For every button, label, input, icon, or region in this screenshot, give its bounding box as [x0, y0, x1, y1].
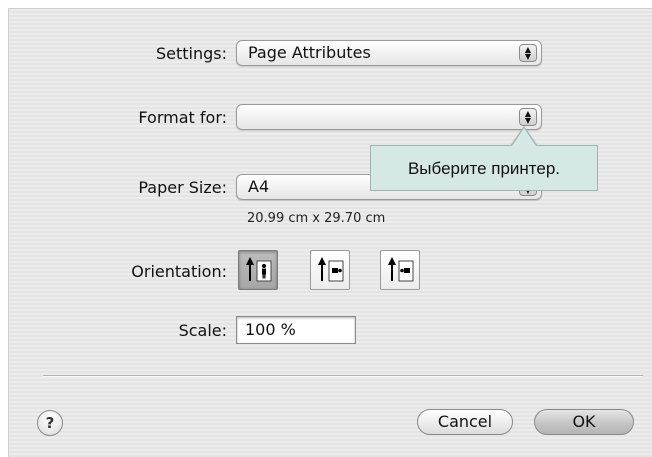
landscape-right-orientation-icon [388, 257, 414, 282]
paper-size-label: Paper Size: [138, 178, 227, 197]
settings-popup-value: Page Attributes [248, 43, 371, 62]
cancel-button[interactable]: Cancel [417, 409, 513, 435]
help-button[interactable]: ? [37, 410, 63, 436]
orientation-landscape-right-button[interactable] [380, 250, 420, 290]
scale-label: Scale: [178, 321, 227, 340]
up-down-chevrons-icon: ▲▼ [519, 108, 537, 126]
question-mark-icon: ? [45, 414, 55, 432]
tooltip-pointer-fill [512, 128, 536, 146]
page-setup-dialog: Settings: Page Attributes ▲ ▼ Format for:… [8, 8, 652, 457]
portrait-orientation-icon [246, 257, 272, 282]
settings-label: Settings: [155, 44, 227, 63]
paper-size-popup-value: A4 [248, 177, 270, 196]
paper-dimensions: 20.99 cm x 29.70 cm [247, 211, 386, 226]
format-for-label: Format for: [138, 108, 227, 127]
settings-popup[interactable]: Page Attributes ▲ ▼ [236, 40, 542, 66]
orientation-landscape-left-button[interactable] [310, 250, 350, 290]
scale-input[interactable]: 100 % [236, 316, 356, 344]
ok-button[interactable]: OK [534, 409, 634, 435]
landscape-left-orientation-icon [318, 257, 344, 282]
format-for-popup[interactable]: ▲ ▼ [236, 104, 542, 130]
orientation-label: Orientation: [131, 262, 227, 281]
separator [43, 375, 643, 377]
up-down-chevrons-icon: ▲▼ [519, 44, 537, 62]
orientation-portrait-button[interactable] [238, 250, 278, 290]
printer-tooltip: Выберите принтер. [370, 145, 598, 191]
